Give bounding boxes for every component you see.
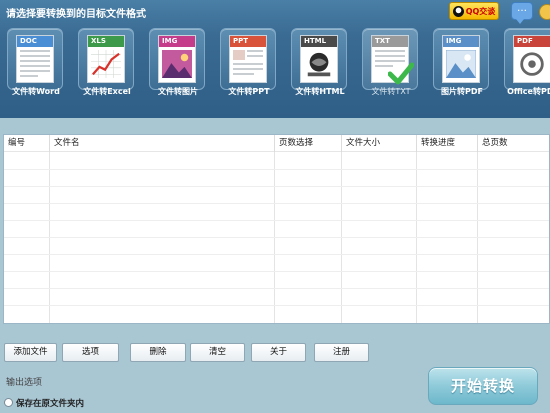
excel-chart-icon: XLS — [87, 35, 125, 83]
tile-to-txt[interactable]: TXT 文件转TXT — [358, 28, 424, 104]
tile-image-to-pdf[interactable]: IMG 图片转PDF — [429, 28, 495, 104]
user-icon[interactable] — [539, 4, 550, 20]
tile-label-excel: 文件转Excel — [83, 87, 131, 96]
ppt-doc-icon: PPT — [229, 35, 267, 83]
start-convert-button[interactable]: 开始转换 — [428, 367, 538, 405]
tile-to-image[interactable]: IMG 文件转图片 — [145, 28, 211, 104]
col-progress[interactable]: 转换进度 — [417, 135, 478, 152]
col-total-pages[interactable]: 总页数 — [478, 135, 549, 152]
col-page-select[interactable]: 页数选择 — [275, 135, 342, 152]
clear-button[interactable]: 清空 — [190, 343, 245, 362]
html-doc-icon: HTML — [300, 35, 338, 83]
file-table[interactable]: 编号 文件名 页数选择 文件大小 转换进度 总页数 — [3, 134, 550, 324]
qq-chat-label: QQ交谈 — [465, 6, 496, 16]
tile-to-html[interactable]: HTML 文件转HTML — [287, 28, 353, 104]
pdf-doc-icon: PDF — [513, 35, 550, 83]
col-filename[interactable]: 文件名 — [50, 135, 275, 152]
save-original-label[interactable]: 保存在原文件夹内 — [16, 397, 84, 409]
save-original-radio[interactable] — [4, 398, 13, 407]
word-doc-icon: DOC — [16, 35, 54, 83]
add-file-button[interactable]: 添加文件 — [4, 343, 57, 362]
qq-chat-button[interactable]: QQ交谈 — [449, 2, 499, 20]
banner-title: 请选择要转换到的目标文件格式 — [6, 9, 146, 20]
tile-label-ppt: 文件转PPT — [228, 87, 270, 96]
qq-penguin-icon — [452, 5, 464, 17]
tile-to-word[interactable]: DOC 文件转Word — [3, 28, 69, 104]
checkmark-icon — [388, 62, 414, 85]
tile-office-to-pdf[interactable]: PDF Office转PDF — [500, 28, 550, 104]
txt-doc-icon: TXT — [371, 35, 414, 85]
image-pdf-icon: IMG — [442, 35, 480, 83]
format-tiles: DOC 文件转Word XLS 文件转Excel IMG 文件转图片 PPT 文… — [0, 28, 550, 108]
image-doc-icon: IMG — [158, 35, 196, 83]
tile-label-txt: 文件转TXT — [371, 87, 411, 96]
col-index[interactable]: 编号 — [4, 135, 50, 152]
tile-label-html: 文件转HTML — [295, 87, 345, 96]
tile-label-image: 文件转图片 — [158, 87, 198, 96]
message-icon[interactable]: … — [511, 2, 533, 24]
output-options-label: 输出选项 — [6, 378, 43, 388]
delete-button[interactable]: 删除 — [130, 343, 186, 362]
register-button[interactable]: 注册 — [314, 343, 369, 362]
tile-to-ppt[interactable]: PPT 文件转PPT — [216, 28, 282, 104]
col-file-size[interactable]: 文件大小 — [342, 135, 417, 152]
options-button[interactable]: 选项 — [62, 343, 119, 362]
tile-to-excel[interactable]: XLS 文件转Excel — [74, 28, 140, 104]
tile-label-word: 文件转Word — [12, 87, 60, 96]
tile-label-office-pdf: Office转PDF — [507, 87, 550, 96]
format-banner: 请选择要转换到的目标文件格式 QQ交谈 … DOC 文件转Word XLS 文件… — [0, 0, 550, 118]
tile-label-image-pdf: 图片转PDF — [441, 87, 483, 96]
table-header: 编号 文件名 页数选择 文件大小 转换进度 总页数 — [4, 135, 549, 152]
about-button[interactable]: 关于 — [251, 343, 306, 362]
